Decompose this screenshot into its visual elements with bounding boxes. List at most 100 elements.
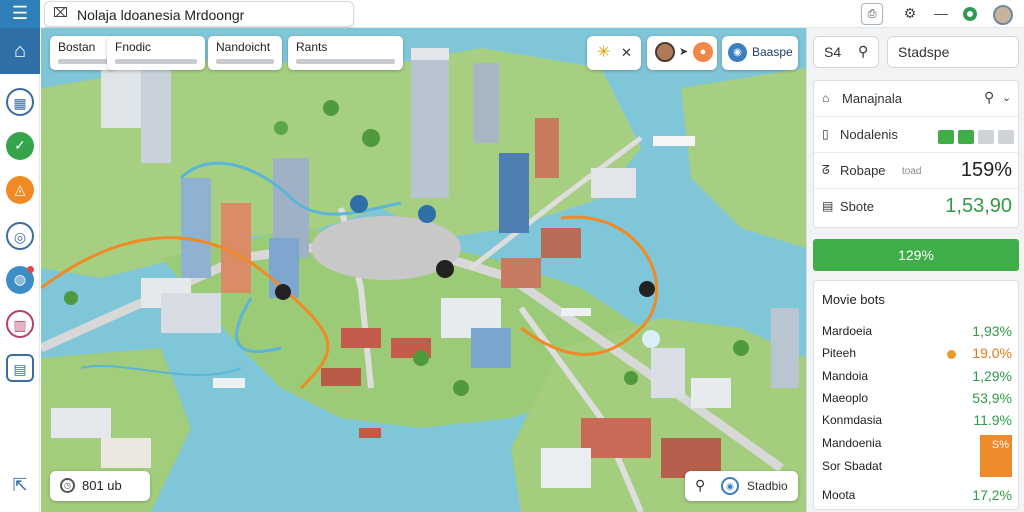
map-card-subtitle-bar: [216, 59, 274, 64]
rating-segment: [998, 130, 1014, 144]
map-search-pill[interactable]: ◉ Baaspe: [722, 36, 798, 70]
map-view[interactable]: Bostan Fnodic Nandoicht Rants ✳ ✕ ➤ ● ◉ …: [41, 28, 806, 512]
list-title: Movie bots: [822, 292, 885, 307]
navigation-icon: ➤: [679, 46, 689, 58]
map-card-title: Nandoicht: [216, 40, 271, 54]
location-icon[interactable]: ◉: [721, 477, 739, 495]
map-card[interactable]: Nandoicht: [208, 36, 282, 70]
close-icon[interactable]: ✕: [621, 36, 632, 70]
quick-search-label: S4: [824, 44, 842, 60]
ribbon-icon: ᘔ: [822, 163, 830, 177]
document-icon[interactable]: ⎙: [861, 3, 883, 25]
location-badge-icon: ◉: [728, 43, 747, 62]
progress-bar[interactable]: 129%: [813, 239, 1019, 271]
pin-icon[interactable]: ●: [693, 42, 713, 62]
place-info-card: ⌂ Manajnala ⚲ ⌄ ▯ Nodalenis ᘔ Robape toa…: [813, 80, 1020, 228]
gallery-icon[interactable]: ▥: [6, 310, 34, 338]
rating-segment: [978, 130, 994, 144]
clock-icon: ◷: [60, 478, 75, 493]
list-item-name: Sor Sbadat: [822, 459, 883, 473]
map-card[interactable]: Fnodic: [107, 36, 205, 70]
highlight-box: S%: [980, 435, 1012, 477]
map-illustration: [41, 28, 806, 512]
list-item-value: 17,2%: [972, 487, 1012, 503]
list-item-value: 19.0%: [972, 345, 1012, 361]
status-dot: [947, 350, 956, 359]
list-item-name: Maeoplo: [822, 391, 869, 405]
map-card-title: Rants: [296, 40, 328, 54]
rate-sublabel: toad: [902, 166, 922, 177]
building-icon: ▯: [822, 127, 829, 141]
search-input[interactable]: Stadspe: [887, 36, 1019, 68]
sidebar: ⌂ ▦ ✓ ◬ ◎ ◍ ▥ ▤ ⇱: [0, 28, 40, 512]
map-card-title: Bostan: [58, 40, 96, 54]
bee-icon: ✳: [597, 44, 611, 61]
map-card-title: Fnodic: [115, 40, 152, 54]
share-icon[interactable]: ⇱: [6, 472, 34, 500]
home-icon[interactable]: ⌂: [0, 28, 40, 74]
rating-row: ▯ Nodalenis: [814, 117, 1020, 153]
list-item[interactable]: Moota 17,2%: [822, 485, 1012, 507]
target-icon[interactable]: ◎: [6, 222, 34, 250]
list-item-name: Mandoia: [822, 369, 869, 383]
rating-segment: [958, 130, 974, 144]
list-item-name: Konmdasia: [822, 413, 883, 427]
gear-icon[interactable]: ⚙: [898, 2, 922, 26]
list-item-value: 1,29%: [972, 368, 1012, 384]
window-title: Nolaja ldoanesia Mrdoongr: [77, 7, 245, 23]
search-icon[interactable]: ⚲: [695, 477, 705, 494]
list-item-name: Moota: [822, 488, 856, 502]
distance-label: 801 ub: [82, 478, 122, 493]
top-bar: ☰ ⌧ Nolaja ldoanesia Mrdoongr ⎙ ⚙ —: [0, 0, 1024, 28]
map-search-label: Baaspe: [752, 45, 793, 59]
list-item-value: 1,93%: [972, 323, 1012, 339]
search-icon[interactable]: ⚲: [858, 43, 868, 60]
rate-row: ᘔ Robape toad 159%: [814, 153, 1020, 189]
close-icon[interactable]: ⌧: [53, 5, 68, 21]
list-item-name: Mandoenia: [822, 436, 882, 450]
score-label: Sbote: [840, 199, 874, 214]
layer-toggle[interactable]: ✳ ✕: [587, 36, 641, 70]
user-location-pill[interactable]: ➤ ●: [647, 36, 717, 70]
list-item-name: Mardoeia: [822, 324, 873, 338]
score-icon: ▤: [822, 199, 834, 213]
map-card-subtitle-bar: [296, 59, 395, 64]
list-item[interactable]: Piteeh 19.0%: [822, 343, 1012, 365]
quick-search[interactable]: S4 ⚲: [813, 36, 879, 68]
status-icon[interactable]: [958, 2, 982, 26]
map-card-subtitle-bar: [58, 59, 108, 64]
list-item[interactable]: Maeoplo 53,9%: [822, 388, 1012, 410]
note-icon[interactable]: ▤: [6, 354, 34, 382]
flame-icon[interactable]: ◬: [6, 176, 34, 204]
distance-control[interactable]: ◷ 801 ub: [50, 471, 150, 501]
hamburger-menu-button[interactable]: ☰: [0, 0, 40, 28]
leaf-icon[interactable]: ✓: [6, 132, 34, 160]
map-bottom-search[interactable]: ⚲ ◉ Stadbio: [685, 471, 798, 501]
list-item-value: 53,9%: [972, 390, 1012, 406]
rating-label: Nodalenis: [840, 127, 898, 142]
home-icon: ⌂: [822, 91, 830, 105]
list-item[interactable]: Konmdasia 11.9%: [822, 410, 1012, 432]
place-name: Manajnala: [842, 91, 902, 106]
search-icon[interactable]: ⚲: [984, 89, 994, 106]
rate-value: 159%: [960, 159, 1012, 181]
list-item-value: 11.9%: [973, 412, 1012, 428]
list-item[interactable]: Mardoeia 1,93%: [822, 321, 1012, 343]
rate-label: Robape: [840, 163, 886, 178]
avatar: [655, 42, 675, 62]
list-item[interactable]: Mandoia 1,29%: [822, 366, 1012, 388]
chevron-down-icon[interactable]: ⌄: [1002, 91, 1011, 104]
score-row: ▤ Sbote 1,53,90: [814, 189, 1020, 225]
grid-icon[interactable]: ▦: [6, 88, 34, 116]
avatar[interactable]: [990, 2, 1016, 26]
minimize-icon[interactable]: —: [929, 2, 953, 26]
place-header-row: ⌂ Manajnala ⚲ ⌄: [814, 81, 1020, 117]
map-card[interactable]: Rants: [288, 36, 403, 70]
title-bar[interactable]: ⌧ Nolaja ldoanesia Mrdoongr: [44, 1, 354, 27]
rating-segment: [938, 130, 954, 144]
list-item-name: Piteeh: [822, 346, 857, 360]
notification-dot: [27, 266, 34, 273]
score-value: 1,53,90: [945, 195, 1012, 217]
map-bottom-search-label: Stadbio: [747, 479, 788, 493]
stats-list: Movie bots Mardoeia 1,93% Piteeh 19.0% M…: [813, 280, 1019, 510]
